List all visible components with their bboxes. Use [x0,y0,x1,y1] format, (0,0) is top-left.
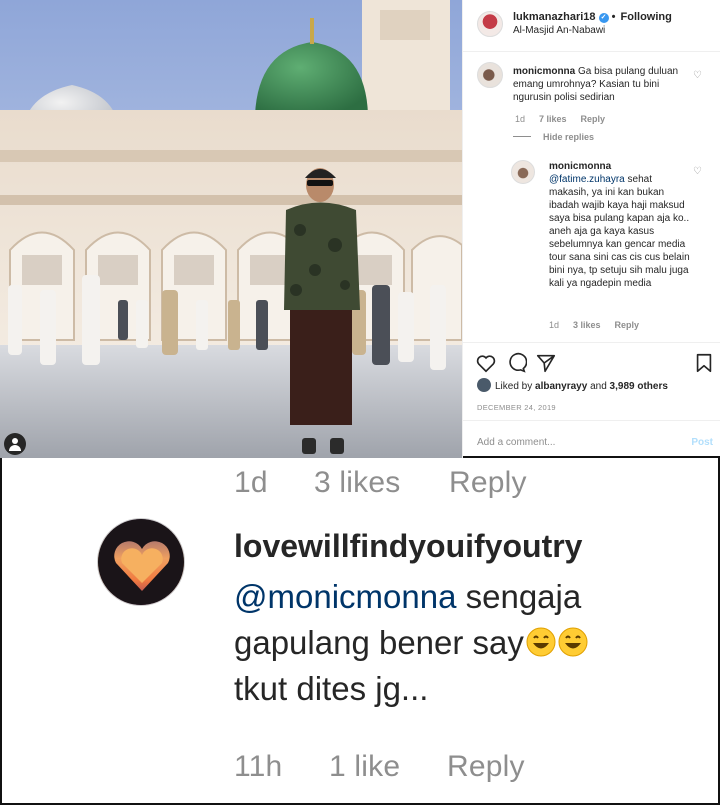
zoom-mention[interactable]: @monicmonna [234,578,456,615]
comment-reply-button[interactable]: Reply [581,114,606,124]
smiling-emoji-icon [558,627,588,657]
bookmark-icon[interactable] [693,352,715,374]
post-header: lukmanazhari18 ✓ • Following Al-Masjid An… [463,0,720,52]
comment-text: monicmonna Ga bisa pulang duluan emang u… [513,65,693,104]
reply-username[interactable]: monicmonna [549,161,611,172]
zoom-username[interactable]: lovewillfindyouifyoutry [234,528,582,565]
comment-meta: 1d 7 likes Reply [515,114,619,124]
comment-age: 1d [515,114,526,124]
zoom-comment-body: @monicmonna sengaja gapulang bener say t… [234,574,588,712]
zoom-bottom-likes[interactable]: 1 like [329,750,400,784]
user-tag-icon[interactable] [4,433,26,455]
action-bar [463,342,720,382]
heart-hands-avatar-image [98,519,184,605]
instagram-post: lukmanazhari18 ✓ • Following Al-Masjid An… [0,0,720,458]
post-comment-button[interactable]: Post [691,437,713,448]
zoom-top-reply-button[interactable]: Reply [449,466,527,500]
reply-avatar[interactable] [511,160,535,184]
post-sidebar: lukmanazhari18 ✓ • Following Al-Masjid An… [462,0,720,458]
comments-list[interactable]: monicmonna Ga bisa pulang duluan emang u… [463,52,720,342]
reply-likes[interactable]: 3 likes [573,320,601,330]
reply-reply-button[interactable]: Reply [615,320,640,330]
verified-badge-icon: ✓ [598,13,609,23]
share-icon[interactable] [535,352,557,374]
commenter-avatar[interactable] [97,518,185,606]
author-username-link[interactable]: lukmanazhari18 [513,11,596,23]
comment-username[interactable]: monicmonna [513,66,575,77]
comment-icon[interactable] [505,352,527,374]
author-username: lukmanazhari18 ✓ • Following [513,11,672,23]
following-button[interactable]: Following [621,11,672,23]
reply-meta: 1d 3 likes Reply [549,320,653,330]
zoom-text-line1: sengaja [465,578,582,615]
comment-like-heart-icon[interactable]: ♡ [693,70,702,81]
reply-text: monicmonna @fatime.zuhayra sehat makasih… [549,160,691,290]
hide-replies-button[interactable]: Hide replies [513,132,594,142]
post-date[interactable]: DECEMBER 24, 2019 [477,403,556,412]
liked-by-line: Liked by albanyrayy and 3,989 others [477,378,668,392]
smiling-emoji-icon [526,627,556,657]
zoom-text-line2: gapulang bener say [234,624,524,661]
zoom-bottom-reply-button[interactable]: Reply [447,750,525,784]
add-comment-input[interactable]: Add a comment... [477,437,555,448]
location-link[interactable]: Al-Masjid An-Nabawi [513,25,605,36]
post-photo[interactable] [0,0,462,458]
reply-mention[interactable]: @fatime.zuhayra [549,174,625,185]
mosque-photo-illustration [0,0,462,458]
reply-body: sehat makasih, ya ini kan bukan ibadah w… [549,174,690,289]
hide-replies-label: Hide replies [543,132,595,142]
liked-by-user[interactable]: albanyrayy [535,381,587,392]
liked-by-prefix: Liked by [495,381,533,392]
zoom-top-age: 1d [234,466,268,499]
author-avatar[interactable] [477,11,503,37]
zoom-bottom-age: 11h [234,750,283,783]
liked-by-avatar[interactable] [477,378,491,392]
add-comment-bar: Add a comment... Post [463,420,720,458]
reply-age: 1d [549,320,560,330]
commenter-avatar[interactable] [477,62,503,88]
heart-icon[interactable] [475,352,497,374]
liked-by-suffix: and [590,381,607,392]
zoomed-comment-panel: 1d 3 likes Reply lovewillfindyouifyoutry… [0,458,720,805]
reply-like-heart-icon[interactable]: ♡ [693,166,702,177]
liked-by-others[interactable]: 3,989 others [610,381,668,392]
zoom-top-likes[interactable]: 3 likes [314,466,400,500]
zoom-text-line3: tkut dites jg... [234,670,429,707]
separator-dot: • [611,11,616,23]
comment-likes[interactable]: 7 likes [539,114,567,124]
